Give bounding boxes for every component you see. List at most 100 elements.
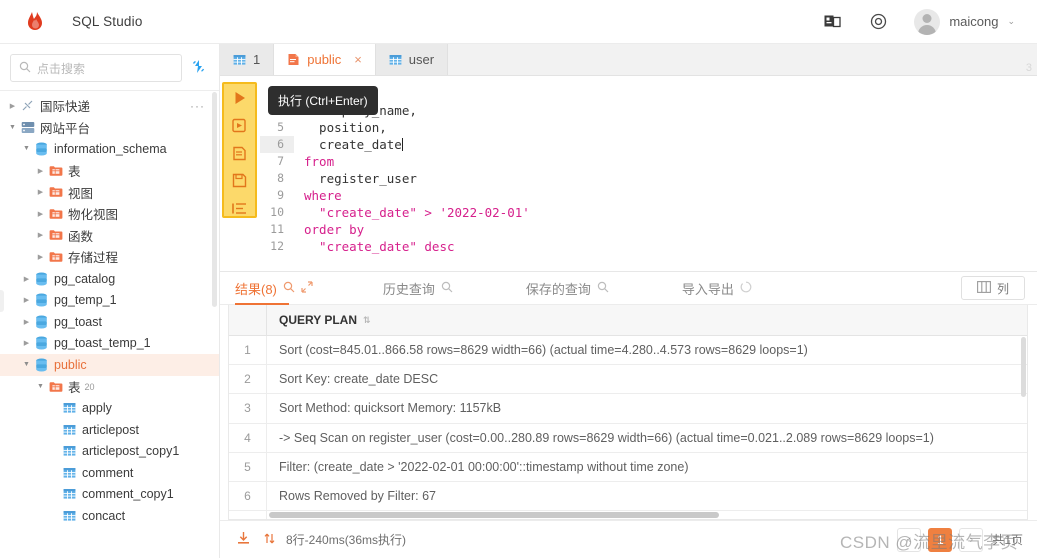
prev-page-button[interactable]: ‹ [897,527,922,552]
code-line[interactable]: 10 "create_date" > '2022-02-01' [260,204,1037,221]
code-text: from [304,154,335,169]
query-plan-cell[interactable]: -> Seq Scan on register_user (cost=0.00.… [267,431,934,445]
code-text: create_date [304,137,403,152]
tree-node--[interactable]: ▶ 物化视图 [0,203,219,225]
grid-horizontal-scrollbar[interactable] [269,512,719,518]
chevron-down-icon[interactable]: ▼ [34,383,47,390]
code-line[interactable]: 6 create_date [260,136,1037,153]
tree-node-pg_toast[interactable]: ▶ pg_toast [0,311,219,333]
chevron-down-icon[interactable]: ▼ [20,145,33,152]
document-switch-icon[interactable] [822,12,842,32]
code-line[interactable]: 8 register_user [260,170,1037,187]
search-icon[interactable] [597,281,609,296]
table-row[interactable]: 4 -> Seq Scan on register_user (cost=0.0… [229,423,1027,453]
tree-node-articlepost[interactable]: articlepost [0,419,219,441]
tree-node--[interactable]: ▶ 国际快递 ··· [0,95,219,117]
query-plan-cell[interactable]: Sort (cost=845.01..866.58 rows=8629 widt… [267,343,808,357]
chevron-right-icon[interactable]: ▶ [34,231,47,239]
grid-vertical-scrollbar[interactable] [1021,337,1026,397]
next-page-button[interactable]: › [959,527,984,552]
up-down-arrows-icon[interactable] [263,532,276,548]
sort-icon[interactable]: ⇅ [363,315,371,326]
tree-node-pg_temp_1[interactable]: ▶ pg_temp_1 [0,289,219,311]
code-line[interactable]: 12 "create_date" desc [260,238,1037,255]
tree-node-public[interactable]: ▼ public [0,354,219,376]
sidebar-scrollbar[interactable] [212,92,217,307]
tree-node-articlepost_copy1[interactable]: articlepost_copy1 [0,441,219,463]
columns-button[interactable]: 列 [961,276,1025,300]
explain-button[interactable] [230,146,250,162]
tree-node-information_schema[interactable]: ▼ information_schema [0,138,219,160]
chevron-right-icon[interactable]: ▶ [34,253,47,261]
tree-node--[interactable]: ▶ 存储过程 [0,246,219,268]
chevron-right-icon[interactable]: ▶ [20,318,33,326]
query-plan-cell[interactable]: Rows Removed by Filter: 67 [267,489,436,503]
tree-node-pg_toast_temp_1[interactable]: ▶ pg_toast_temp_1 [0,333,219,355]
table-row[interactable]: 1 Sort (cost=845.01..866.58 rows=8629 wid… [229,336,1027,366]
query-plan-cell[interactable]: Sort Key: create_date DESC [267,372,438,386]
code-line[interactable]: 5 position, [260,119,1037,136]
grid-column-header[interactable]: QUERY PLAN ⇅ [267,313,371,327]
code-line[interactable]: 11 order by [260,221,1037,238]
chevron-right-icon[interactable]: ▶ [20,275,33,283]
execution-status-text: 8行-240ms(36ms执行) [286,533,407,547]
tab-results[interactable]: 结果(8) [235,272,313,305]
chevron-right-icon[interactable]: ▶ [34,167,47,175]
tree-node--[interactable]: ▶ 视图 [0,181,219,203]
tree-node--[interactable]: ▼ 表 20 [0,376,219,398]
table-row[interactable]: 6 Rows Removed by Filter: 67 [229,481,1027,512]
tree-node-pg_catalog[interactable]: ▶ pg_catalog [0,268,219,290]
database-icon [33,358,50,372]
chevron-right-icon[interactable]: ▶ [20,296,33,304]
chevron-right-icon[interactable]: ▶ [6,102,19,110]
code-line[interactable]: 9 where [260,187,1037,204]
tree-node-comment_copy1[interactable]: comment_copy1 [0,484,219,506]
run-query-button[interactable] [230,90,250,106]
tree-node-apply[interactable]: apply [0,397,219,419]
code-line[interactable]: 7 from [260,153,1037,170]
format-sql-button[interactable] [230,201,250,217]
search-input[interactable]: 点击搜索 [10,54,182,82]
tab-history[interactable]: 历史查询 [383,272,453,305]
tab-1[interactable]: 1 [220,44,275,75]
tab-saved-queries[interactable]: 保存的查询 [526,272,609,305]
tab-import-export[interactable]: 导入导出 [682,272,752,305]
tree-node-concact[interactable]: concact [0,505,219,527]
header-actions: maicong ⌄ [822,8,1015,35]
chevron-down-icon[interactable]: ▼ [6,124,19,131]
search-icon[interactable] [283,281,295,296]
tree-node--[interactable]: ▶ 函数 [0,225,219,247]
table-row[interactable]: 5 Filter: (create_date > '2022-02-01 00:… [229,452,1027,482]
row-index: 4 [229,423,267,452]
close-icon[interactable]: × [354,52,362,67]
tab-public[interactable]: public × [274,44,376,75]
tree-node-comment[interactable]: comment [0,462,219,484]
user-menu[interactable]: maicong ⌄ [914,8,1015,35]
row-index: 5 [229,452,267,481]
table-row[interactable]: 2 Sort Key: create_date DESC [229,365,1027,395]
page-number-1[interactable]: 1 [928,527,953,552]
chevron-right-icon[interactable]: ▶ [34,188,47,196]
tree-node--[interactable]: ▶ 表 [0,160,219,182]
chevron-down-icon: ⌄ [1007,16,1015,26]
run-to-file-button[interactable] [230,118,250,134]
sidebar-collapse-handle[interactable] [0,290,4,312]
query-plan-cell[interactable]: Filter: (create_date > '2022-02-01 00:00… [267,460,689,474]
tab-user[interactable]: user [375,44,449,75]
chevron-right-icon[interactable]: ▶ [34,210,47,218]
tree-node--[interactable]: ▼ 网站平台 [0,117,219,139]
tree-node-label: pg_temp_1 [54,293,117,308]
expand-icon[interactable] [301,280,313,296]
save-button[interactable] [230,173,250,189]
chevron-down-icon[interactable]: ▼ [20,361,33,368]
chevron-right-icon[interactable]: ▶ [20,339,33,347]
search-icon[interactable] [441,281,453,296]
gear-circle-icon[interactable] [868,12,888,32]
folder-view-icon [47,186,64,198]
tree-node-more-icon[interactable]: ··· [190,99,205,113]
table-row[interactable]: 3 Sort Method: quicksort Memory: 1157kB [229,394,1027,424]
download-icon[interactable] [236,531,251,549]
refresh-icon[interactable] [190,58,207,79]
query-plan-cell[interactable]: Sort Method: quicksort Memory: 1157kB [267,401,501,415]
tree-node-label: articlepost_copy1 [82,444,180,459]
